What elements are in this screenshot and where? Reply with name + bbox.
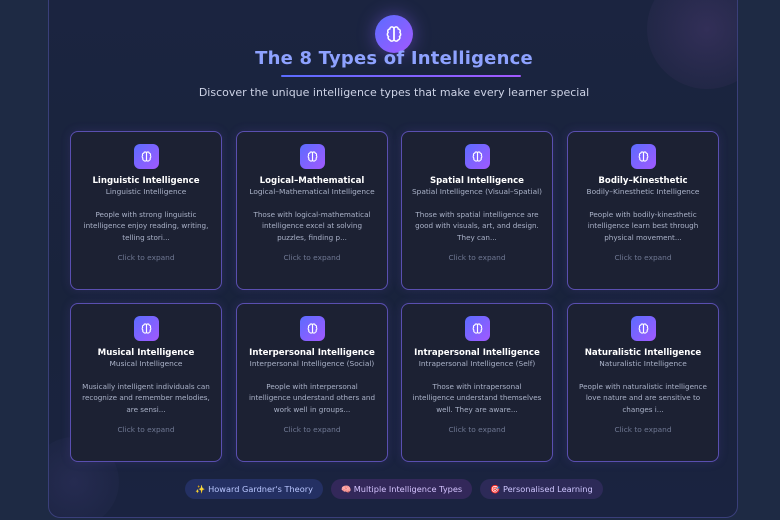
intelligence-card[interactable]: Naturalistic Intelligence Naturalistic I…: [567, 303, 719, 462]
expand-hint[interactable]: Click to expand: [568, 253, 718, 262]
intelligence-card[interactable]: Interpersonal Intelligence Interpersonal…: [236, 303, 388, 462]
card-subtitle: Spatial Intelligence (Visual–Spatial): [411, 187, 543, 196]
page-subtitle: Discover the unique intelligence types t…: [198, 86, 590, 99]
expand-hint[interactable]: Click to expand: [237, 253, 387, 262]
card-subtitle: Interpersonal Intelligence (Social): [249, 359, 375, 368]
tag-personalised-learning: 🎯 Personalised Learning: [480, 479, 603, 499]
expand-hint[interactable]: Click to expand: [237, 425, 387, 434]
card-description: People with interpersonal intelligence u…: [248, 382, 376, 414]
card-title: Bodily–Kinesthetic: [598, 176, 688, 186]
card-description: Musically intelligent individuals can re…: [82, 382, 210, 414]
tag-multiple-intelligence-types: 🧠 Multiple Intelligence Types: [330, 479, 473, 499]
card-subtitle: Naturalistic Intelligence: [599, 359, 687, 368]
decorative-glow: [647, 0, 737, 89]
intelligence-card[interactable]: Spatial Intelligence Spatial Intelligenc…: [401, 131, 553, 290]
tag-howard-gardner-theory: ✨ Howard Gardner's Theory: [185, 479, 323, 499]
expand-hint[interactable]: Click to expand: [568, 425, 718, 434]
expand-hint[interactable]: Click to expand: [402, 253, 552, 262]
page-title: The 8 Types of Intelligence: [255, 48, 533, 69]
card-subtitle: Linguistic Intelligence: [105, 187, 187, 196]
card-title: Intrapersonal Intelligence: [414, 348, 540, 358]
brain-icon: [465, 316, 490, 341]
card-title: Spatial Intelligence: [429, 176, 525, 186]
brain-icon: [134, 316, 159, 341]
card-subtitle: Bodily–Kinesthetic Intelligence: [586, 187, 700, 196]
brain-icon: [631, 144, 656, 169]
intelligence-card[interactable]: Bodily–Kinesthetic Bodily–Kinesthetic In…: [567, 131, 719, 290]
intelligence-card[interactable]: Logical–Mathematical Logical–Mathematica…: [236, 131, 388, 290]
card-title: Naturalistic Intelligence: [584, 348, 702, 358]
card-description: People with bodily-kinesthetic intellige…: [587, 210, 699, 242]
card-description: People with strong linguistic intelligen…: [83, 210, 209, 242]
card-description: People with naturalistic intelligence lo…: [579, 382, 707, 414]
card-title: Logical–Mathematical: [259, 176, 365, 186]
brain-icon: [631, 316, 656, 341]
card-title: Interpersonal Intelligence: [249, 348, 375, 358]
card-title: Musical Intelligence: [97, 348, 195, 358]
tag-row: ✨ Howard Gardner's Theory 🧠 Multiple Int…: [49, 479, 737, 499]
intelligence-card[interactable]: Intrapersonal Intelligence Intrapersonal…: [401, 303, 553, 462]
brain-icon: [465, 144, 490, 169]
intelligence-card[interactable]: Musical Intelligence Musical Intelligenc…: [70, 303, 222, 462]
main-panel: The 8 Types of Intelligence Discover the…: [48, 0, 738, 518]
title-underline: [281, 75, 521, 77]
card-description: Those with intrapersonal intelligence un…: [412, 382, 542, 414]
brain-icon: [300, 144, 325, 169]
card-subtitle: Logical–Mathematical Intelligence: [249, 187, 375, 196]
card-subtitle: Musical Intelligence: [109, 359, 183, 368]
intelligence-card[interactable]: Linguistic Intelligence Linguistic Intel…: [70, 131, 222, 290]
brain-icon: [134, 144, 159, 169]
card-description: Those with logical-mathematical intellig…: [253, 210, 371, 242]
card-subtitle: Intrapersonal Intelligence (Self): [418, 359, 536, 368]
expand-hint[interactable]: Click to expand: [402, 425, 552, 434]
card-description: Those with spatial intelligence are good…: [415, 210, 539, 242]
brain-icon: [300, 316, 325, 341]
expand-hint[interactable]: Click to expand: [71, 425, 221, 434]
expand-hint[interactable]: Click to expand: [71, 253, 221, 262]
card-title: Linguistic Intelligence: [92, 176, 200, 186]
